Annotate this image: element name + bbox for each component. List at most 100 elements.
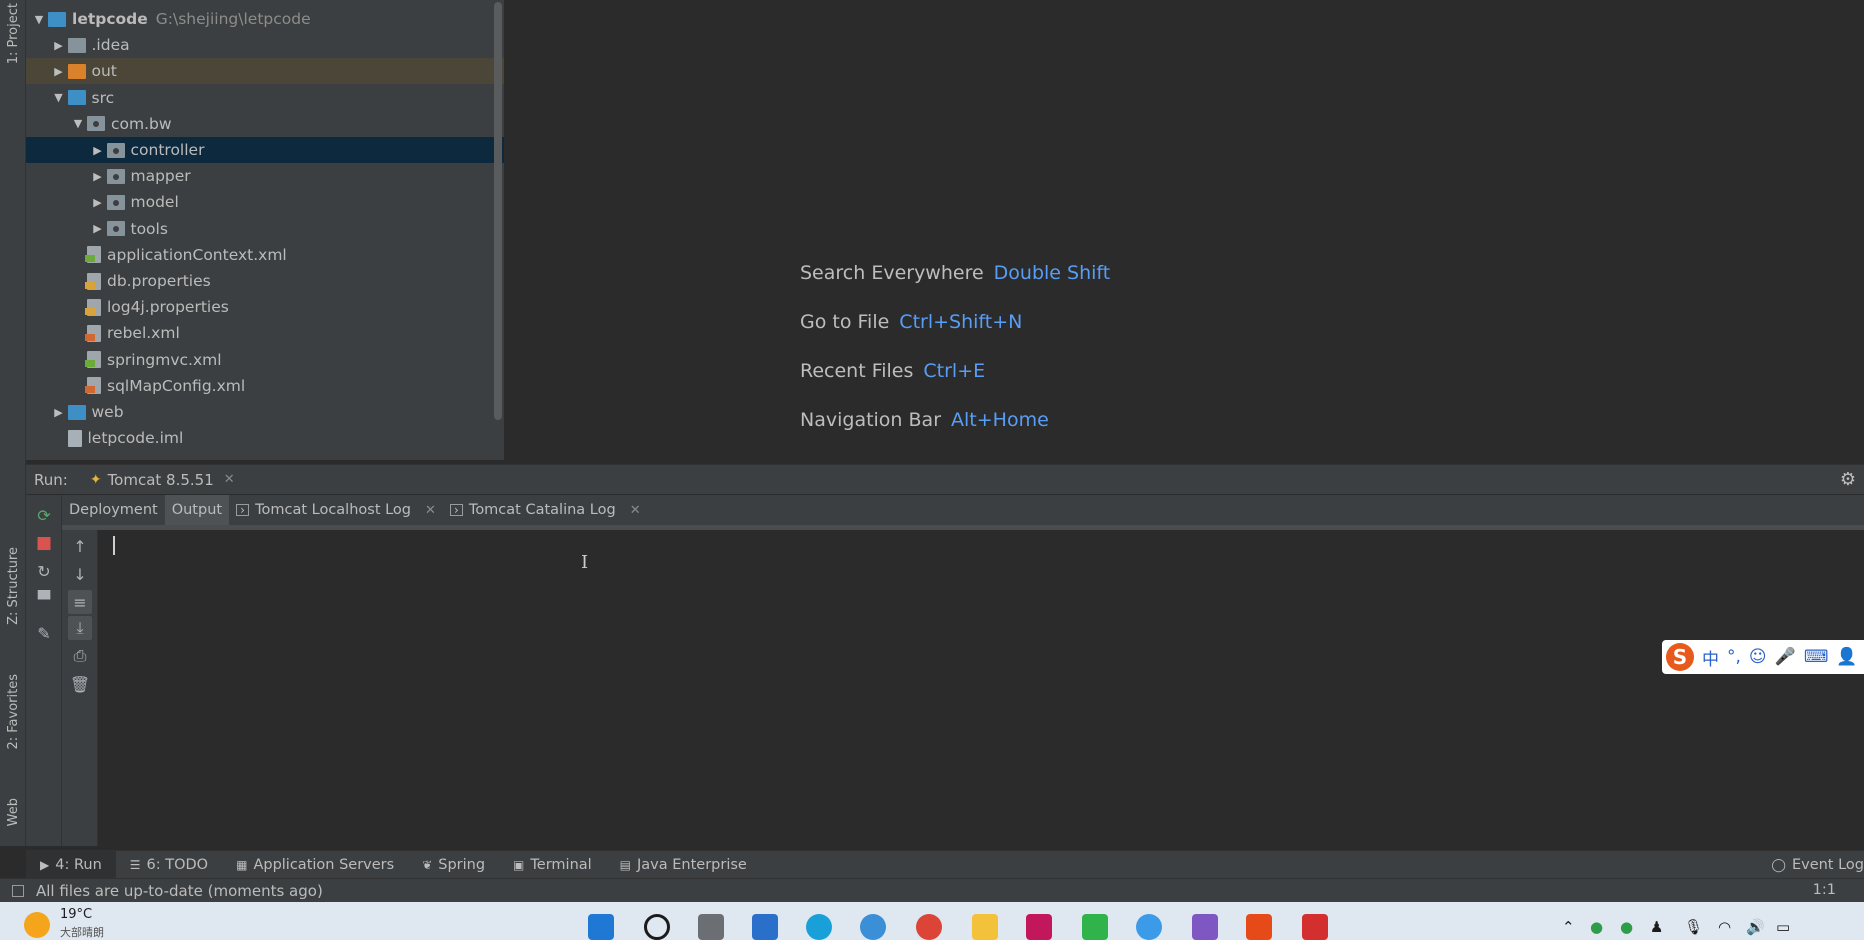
tree-row--idea[interactable]: ▶ .idea <box>26 32 504 58</box>
tray-qq-icon[interactable]: ♟ <box>1650 918 1663 936</box>
edge-browser-icon[interactable] <box>806 914 832 940</box>
tree-row-db-properties[interactable]: db.properties <box>26 268 504 294</box>
close-tab-icon[interactable]: ✕ <box>425 503 436 518</box>
microphone-icon[interactable]: 🎤 <box>1775 647 1796 667</box>
intellij-idea-icon[interactable] <box>1026 914 1052 940</box>
bottom-tab-run[interactable]: ▶ 4: Run <box>26 850 116 879</box>
chevron-right-icon[interactable]: ▶ <box>89 222 107 235</box>
print-icon[interactable]: ⎙ <box>68 644 92 668</box>
chevron-right-icon[interactable]: ▶ <box>50 406 68 419</box>
app-icon[interactable] <box>752 914 778 940</box>
server-icon: ▦ <box>236 857 248 872</box>
tab-output-label: Output <box>171 502 223 518</box>
task-view-icon[interactable] <box>698 914 724 940</box>
tree-row-controller[interactable]: ▶ controller <box>26 137 504 163</box>
app-icon[interactable] <box>1192 914 1218 940</box>
structure-tool-tab[interactable]: Z: Structure <box>2 536 24 636</box>
chevron-right-icon[interactable]: ▶ <box>89 170 107 183</box>
app-icon[interactable] <box>1246 914 1272 940</box>
tab-output[interactable]: Output <box>164 495 230 525</box>
favorites-tool-tab[interactable]: 2: Favorites <box>2 662 24 762</box>
search-icon[interactable] <box>644 914 670 940</box>
keyboard-icon[interactable]: ⌨ <box>1804 647 1829 667</box>
tab-deployment[interactable]: Deployment <box>62 495 165 525</box>
tree-row-com-bw[interactable]: ▼ com.bw <box>26 111 504 137</box>
ie-browser-icon[interactable] <box>860 914 886 940</box>
user-icon[interactable]: 👤 <box>1836 647 1857 667</box>
wps-office-icon[interactable] <box>1302 914 1328 940</box>
chevron-down-icon[interactable]: ▼ <box>30 13 48 26</box>
close-tab-icon[interactable]: ✕ <box>630 503 641 518</box>
sogou-ime-toolbar[interactable]: S 中 °, ☺ 🎤 ⌨ 👤 <box>1662 640 1864 674</box>
tree-row-model[interactable]: ▶ model <box>26 189 504 215</box>
tree-row-out[interactable]: ▶ out <box>26 58 504 85</box>
app-icon[interactable] <box>1136 914 1162 940</box>
console-output[interactable]: I <box>99 530 1864 846</box>
wechat-icon[interactable] <box>1082 914 1108 940</box>
bottom-tab-event-log[interactable]: ◯ Event Log <box>1771 851 1864 879</box>
chevron-right-icon[interactable]: ▶ <box>89 144 107 157</box>
tree-scrollbar[interactable] <box>494 2 502 420</box>
weather-widget[interactable]: 19°C 大部晴朗 <box>24 906 104 940</box>
spring-xml-icon <box>85 351 101 369</box>
hint-shortcut: Ctrl+E <box>923 360 986 382</box>
chevron-right-icon[interactable]: ▶ <box>50 39 68 52</box>
bottom-tab-todo[interactable]: ☰ 6: TODO <box>116 851 222 879</box>
gear-icon[interactable]: ⚙ <box>1840 469 1856 490</box>
cursor-position[interactable]: 1:1 <box>1813 882 1836 898</box>
tree-row-log4j-properties[interactable]: log4j.properties <box>26 294 504 320</box>
volume-icon[interactable]: 🔊 <box>1746 918 1765 936</box>
web-tool-tab[interactable]: Web <box>2 784 24 840</box>
punctuation-icon[interactable]: °, <box>1727 647 1741 667</box>
scroll-to-end-icon[interactable]: ⤓ <box>68 616 92 640</box>
tree-row-label: letpcode <box>72 10 148 28</box>
status-window-icon[interactable] <box>12 884 24 897</box>
bottom-tab-application-servers[interactable]: ▦ Application Servers <box>222 851 408 879</box>
tab-tomcat-catalina-log[interactable]: › Tomcat Catalina Log ✕ <box>443 495 648 525</box>
close-tab-icon[interactable]: ✕ <box>224 472 235 487</box>
tree-row-tools[interactable]: ▶ tools <box>26 216 504 242</box>
tree-row-letpcode[interactable]: ▼ letpcode G:\shejiing\letpcode <box>26 6 504 32</box>
tree-row-letpcode-iml[interactable]: letpcode.iml <box>26 425 504 451</box>
arrow-down-icon[interactable]: ↓ <box>68 562 92 586</box>
arrow-up-icon[interactable]: ↑ <box>68 534 92 558</box>
chevron-down-icon[interactable]: ▼ <box>50 91 68 104</box>
tree-row-web[interactable]: ▶ web <box>26 399 504 425</box>
tree-row-mapper[interactable]: ▶ mapper <box>26 163 504 189</box>
microphone-icon[interactable]: 🎙 <box>1684 918 1703 936</box>
pin-icon[interactable]: ✎ <box>32 621 56 645</box>
stop-icon[interactable]: ■ <box>32 531 56 555</box>
chrome-browser-icon[interactable] <box>916 914 942 940</box>
tree-row-src[interactable]: ▼ src <box>26 85 504 111</box>
emoji-icon[interactable]: ☺ <box>1749 647 1767 667</box>
chevron-right-icon[interactable]: ▶ <box>50 65 68 78</box>
soft-wrap-icon[interactable]: ≡ <box>68 590 92 614</box>
update-app-icon[interactable]: ↻ <box>32 559 56 583</box>
project-tool-tab[interactable]: 1: Project <box>2 2 24 66</box>
chevron-up-icon[interactable]: ⌃ <box>1562 918 1575 936</box>
trash-icon[interactable]: 🗑 <box>68 672 92 696</box>
battery-icon[interactable]: ▭ <box>1776 918 1790 936</box>
restore-layout-icon[interactable]: ▀ <box>32 587 56 611</box>
tree-row-applicationcontext-xml[interactable]: applicationContext.xml <box>26 242 504 268</box>
start-windows-icon[interactable] <box>588 914 614 940</box>
bottom-tab-spring[interactable]: ❦ Spring <box>408 851 499 879</box>
chevron-down-icon[interactable]: ▼ <box>69 117 87 130</box>
rerun-icon[interactable]: ⟳ <box>32 503 56 527</box>
tree-row-springmvc-xml[interactable]: springmvc.xml <box>26 347 504 373</box>
run-config-tab[interactable]: ✦ Tomcat 8.5.51 ✕ <box>90 471 235 489</box>
chinese-mode-toggle[interactable]: 中 <box>1702 645 1719 670</box>
tomcat-icon: ✦ <box>89 471 102 488</box>
tab-tomcat-localhost-log[interactable]: › Tomcat Localhost Log ✕ <box>229 495 443 525</box>
tree-row-rebel-xml[interactable]: rebel.xml <box>26 320 504 346</box>
wifi-icon[interactable]: ◠ <box>1718 918 1731 936</box>
tree-row-sqlmapconfig-xml[interactable]: sqlMapConfig.xml <box>26 373 504 399</box>
tree-row-label: mapper <box>130 167 191 186</box>
tray-wechat-icon[interactable]: ● <box>1620 918 1633 936</box>
chevron-right-icon[interactable]: ▶ <box>89 196 107 209</box>
bottom-tab-java-enterprise[interactable]: ▤ Java Enterprise <box>606 851 761 879</box>
file-explorer-icon[interactable] <box>972 914 998 940</box>
bottom-tab-terminal[interactable]: ▣ Terminal <box>499 851 606 879</box>
tree-row-label: model <box>130 193 179 212</box>
tray-wechat-icon[interactable]: ● <box>1590 918 1603 936</box>
